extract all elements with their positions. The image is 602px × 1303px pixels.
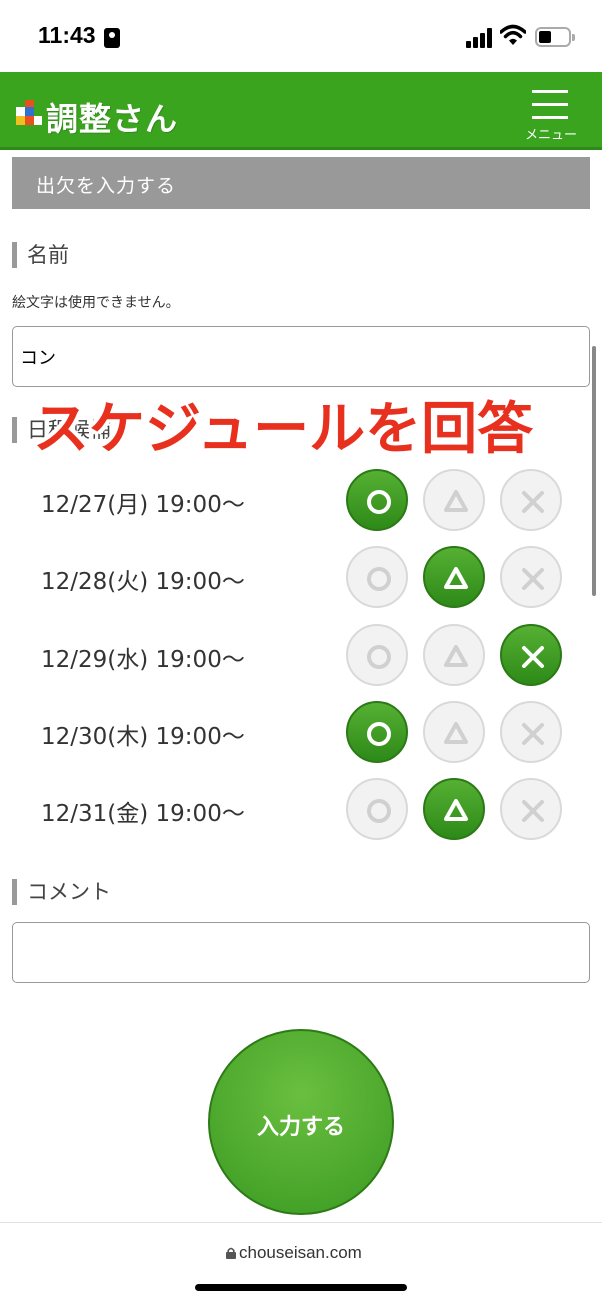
signal-icon [466,28,494,48]
wifi-icon [500,24,526,45]
cross-button[interactable] [500,778,562,840]
comment-input[interactable] [12,922,590,983]
cross-button[interactable] [500,701,562,763]
section-bar: 出欠を入力する [12,157,590,209]
schedule-row: 12/28(火) 19:00〜 [0,546,602,610]
overlay-caption: スケジュールを回答 [33,397,534,462]
portrait-icon [104,28,120,48]
circle-icon [367,645,391,669]
triangle-button[interactable] [423,778,485,840]
date-label: 12/28(火) 19:00〜 [41,569,245,595]
triangle-icon [444,799,468,821]
comment-heading: コメント [12,879,111,905]
logo-text[interactable]: 調整さん [46,94,178,140]
circle-icon [367,722,391,746]
schedule-row: 12/27(月) 19:00〜 [0,469,602,533]
cross-button[interactable] [500,469,562,531]
schedule-row: 12/30(木) 19:00〜 [0,701,602,765]
schedule-row: 12/29(水) 19:00〜 [0,624,602,688]
scrollbar[interactable] [592,346,596,596]
date-label: 12/29(水) 19:00〜 [41,647,245,673]
cross-icon [522,491,544,513]
home-indicator[interactable] [195,1284,407,1291]
app-header: 調整さん メニュー [0,72,602,150]
cross-button[interactable] [500,624,562,686]
circle-button[interactable] [346,469,408,531]
submit-button[interactable]: 入力する [208,1029,394,1215]
status-bar: 11:43 [0,0,602,72]
circle-icon [367,799,391,823]
browser-url-bar[interactable]: chouseisan.com [0,1222,602,1303]
name-heading: 名前 [12,242,69,268]
cross-icon [522,568,544,590]
date-label: 12/31(金) 19:00〜 [41,801,245,827]
triangle-button[interactable] [423,469,485,531]
triangle-button[interactable] [423,624,485,686]
circle-icon [367,567,391,591]
date-label: 12/27(月) 19:00〜 [41,492,245,518]
schedule-row: 12/31(金) 19:00〜 [0,778,602,842]
name-note: 絵文字は使用できません。 [12,295,180,311]
cross-icon [522,800,544,822]
circle-button[interactable] [346,546,408,608]
url-text[interactable]: chouseisan.com [239,1243,362,1263]
triangle-button[interactable] [423,546,485,608]
circle-button[interactable] [346,701,408,763]
cross-icon [522,646,544,668]
menu-button[interactable]: メニュー [520,86,582,144]
circle-icon [367,490,391,514]
triangle-icon [444,490,468,512]
circle-button[interactable] [346,624,408,686]
lock-icon [226,1247,236,1259]
triangle-icon [444,567,468,589]
circle-button[interactable] [346,778,408,840]
battery-icon [535,27,575,47]
cross-button[interactable] [500,546,562,608]
menu-label: メニュー [524,128,577,143]
triangle-button[interactable] [423,701,485,763]
date-label: 12/30(木) 19:00〜 [41,724,245,750]
triangle-icon [444,722,468,744]
page: 11:43 調整さん メニュー 出欠を入力する 名前 絵文字は使用できません。 … [0,0,602,1303]
submit-label: 入力する [256,1115,345,1140]
cross-icon [522,723,544,745]
status-time: 11:43 [38,22,96,48]
triangle-icon [444,645,468,667]
section-title: 出欠を入力する [36,175,177,197]
name-input[interactable] [12,326,590,387]
logo-icon[interactable] [14,100,44,130]
